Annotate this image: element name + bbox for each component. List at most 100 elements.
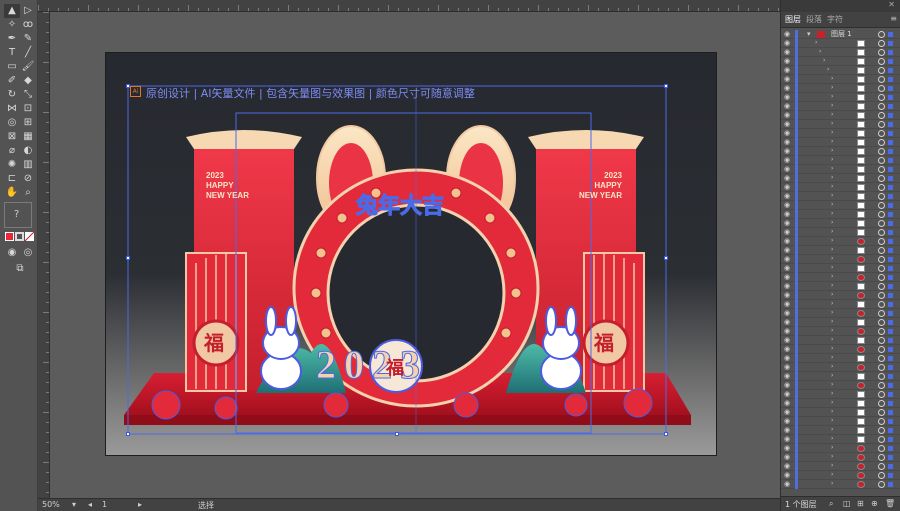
expand-icon[interactable]: › <box>831 102 833 109</box>
eye-icon[interactable]: ◉ <box>784 372 790 381</box>
eye-icon[interactable]: ◉ <box>784 39 790 48</box>
selection-indicator[interactable] <box>888 365 893 370</box>
selection-indicator[interactable] <box>888 50 893 55</box>
expand-icon[interactable]: › <box>831 165 833 172</box>
handle-ml[interactable] <box>126 256 130 260</box>
target-icon[interactable] <box>878 157 885 164</box>
expand-icon[interactable]: › <box>831 453 833 460</box>
expand-icon[interactable]: › <box>831 309 833 316</box>
eye-icon[interactable]: ◉ <box>784 93 790 102</box>
expand-icon[interactable]: › <box>819 48 821 55</box>
expand-icon[interactable]: ▾ <box>807 30 811 38</box>
expand-icon[interactable]: › <box>831 255 833 262</box>
slice-tool-icon[interactable]: ⊘ <box>20 172 36 186</box>
expand-icon[interactable]: › <box>831 120 833 127</box>
eye-icon[interactable]: ◉ <box>784 471 790 480</box>
blend-tool-icon[interactable]: ◐ <box>20 144 36 158</box>
target-icon[interactable] <box>878 238 885 245</box>
eye-icon[interactable]: ◉ <box>784 48 790 57</box>
target-icon[interactable] <box>878 130 885 137</box>
expand-icon[interactable]: › <box>831 174 833 181</box>
layer-row[interactable]: ◉ › <box>781 444 900 453</box>
target-icon[interactable] <box>878 481 885 488</box>
expand-icon[interactable]: › <box>831 318 833 325</box>
eye-icon[interactable]: ◉ <box>784 201 790 210</box>
layer-row[interactable]: ◉ › <box>781 480 900 489</box>
rectangle-tool-icon[interactable]: ▭ <box>4 60 20 74</box>
target-icon[interactable] <box>878 310 885 317</box>
selection-indicator[interactable] <box>888 410 893 415</box>
selection-indicator[interactable] <box>888 212 893 217</box>
expand-icon[interactable]: › <box>831 282 833 289</box>
selection-indicator[interactable] <box>888 185 893 190</box>
expand-icon[interactable]: › <box>815 39 817 46</box>
line-tool-icon[interactable]: ╱ <box>20 46 36 60</box>
layer-row[interactable]: ◉ › <box>781 48 900 57</box>
canvas-area[interactable]: Ai 原创设计 | AI矢量文件 | 包含矢量图与效果图 | 颜色尺寸可随意调整… <box>50 12 780 498</box>
expand-icon[interactable]: › <box>831 93 833 100</box>
expand-icon[interactable]: › <box>831 75 833 82</box>
selection-indicator[interactable] <box>888 419 893 424</box>
layer-row[interactable]: ◉ › <box>781 174 900 183</box>
expand-icon[interactable]: › <box>831 246 833 253</box>
selection-indicator[interactable] <box>888 77 893 82</box>
expand-icon[interactable]: › <box>831 156 833 163</box>
selection-indicator[interactable] <box>888 311 893 316</box>
target-icon[interactable] <box>878 31 885 38</box>
symbol-sprayer-tool-icon[interactable]: ✺ <box>4 158 20 172</box>
eye-icon[interactable]: ◉ <box>784 381 790 390</box>
target-icon[interactable] <box>878 355 885 362</box>
selection-indicator[interactable] <box>888 482 893 487</box>
layer-row[interactable]: ◉ › <box>781 381 900 390</box>
shape-builder-tool-icon[interactable]: ◎ <box>4 116 20 130</box>
perspective-grid-tool-icon[interactable]: ⊞ <box>20 116 36 130</box>
selection-indicator[interactable] <box>888 455 893 460</box>
expand-icon[interactable]: › <box>831 84 833 91</box>
zoom-dropdown-icon[interactable]: ▾ <box>72 500 76 509</box>
none-swatch-icon[interactable] <box>25 232 34 241</box>
eye-icon[interactable]: ◉ <box>784 300 790 309</box>
magic-wand-tool-icon[interactable]: ✧ <box>4 18 20 32</box>
paintbrush-tool-icon[interactable]: 🖌 <box>20 60 36 74</box>
selection-indicator[interactable] <box>888 320 893 325</box>
selection-indicator[interactable] <box>888 464 893 469</box>
layer-row[interactable]: ◉ › <box>781 237 900 246</box>
mesh-tool-icon[interactable]: ⊠ <box>4 130 20 144</box>
graph-tool-icon[interactable]: ▥ <box>20 158 36 172</box>
edit-toolbar-button[interactable]: ? <box>4 202 32 228</box>
layer-row[interactable]: ◉ › <box>781 273 900 282</box>
eye-icon[interactable]: ◉ <box>784 426 790 435</box>
target-icon[interactable] <box>878 211 885 218</box>
target-icon[interactable] <box>878 346 885 353</box>
artboard-number[interactable]: 1 <box>102 500 107 509</box>
target-icon[interactable] <box>878 409 885 416</box>
target-icon[interactable] <box>878 112 885 119</box>
layer-row[interactable]: ◉ › <box>781 201 900 210</box>
panel-menu-icon[interactable]: ≡ <box>890 14 897 23</box>
target-icon[interactable] <box>878 364 885 371</box>
draw-behind-icon[interactable]: ◎ <box>20 246 36 260</box>
expand-icon[interactable]: › <box>831 210 833 217</box>
layer-row[interactable]: ◉ › <box>781 264 900 273</box>
delete-layer-icon[interactable]: 🗑 <box>885 499 895 508</box>
layer-row[interactable]: ◉ › <box>781 147 900 156</box>
target-icon[interactable] <box>878 454 885 461</box>
layer-row[interactable]: ◉ › <box>781 300 900 309</box>
expand-icon[interactable]: › <box>831 462 833 469</box>
target-icon[interactable] <box>878 220 885 227</box>
width-tool-icon[interactable]: ⋈ <box>4 102 20 116</box>
expand-icon[interactable]: › <box>831 372 833 379</box>
expand-icon[interactable]: › <box>831 111 833 118</box>
handle-bm[interactable] <box>395 432 399 436</box>
expand-icon[interactable]: › <box>831 417 833 424</box>
target-icon[interactable] <box>878 472 885 479</box>
selection-indicator[interactable] <box>888 104 893 109</box>
selection-indicator[interactable] <box>888 239 893 244</box>
expand-icon[interactable]: › <box>827 66 829 73</box>
lasso-tool-icon[interactable]: ꝏ <box>20 18 36 32</box>
eye-icon[interactable]: ◉ <box>784 399 790 408</box>
selection-indicator[interactable] <box>888 266 893 271</box>
target-icon[interactable] <box>878 85 885 92</box>
eye-icon[interactable]: ◉ <box>784 174 790 183</box>
eye-icon[interactable]: ◉ <box>784 417 790 426</box>
